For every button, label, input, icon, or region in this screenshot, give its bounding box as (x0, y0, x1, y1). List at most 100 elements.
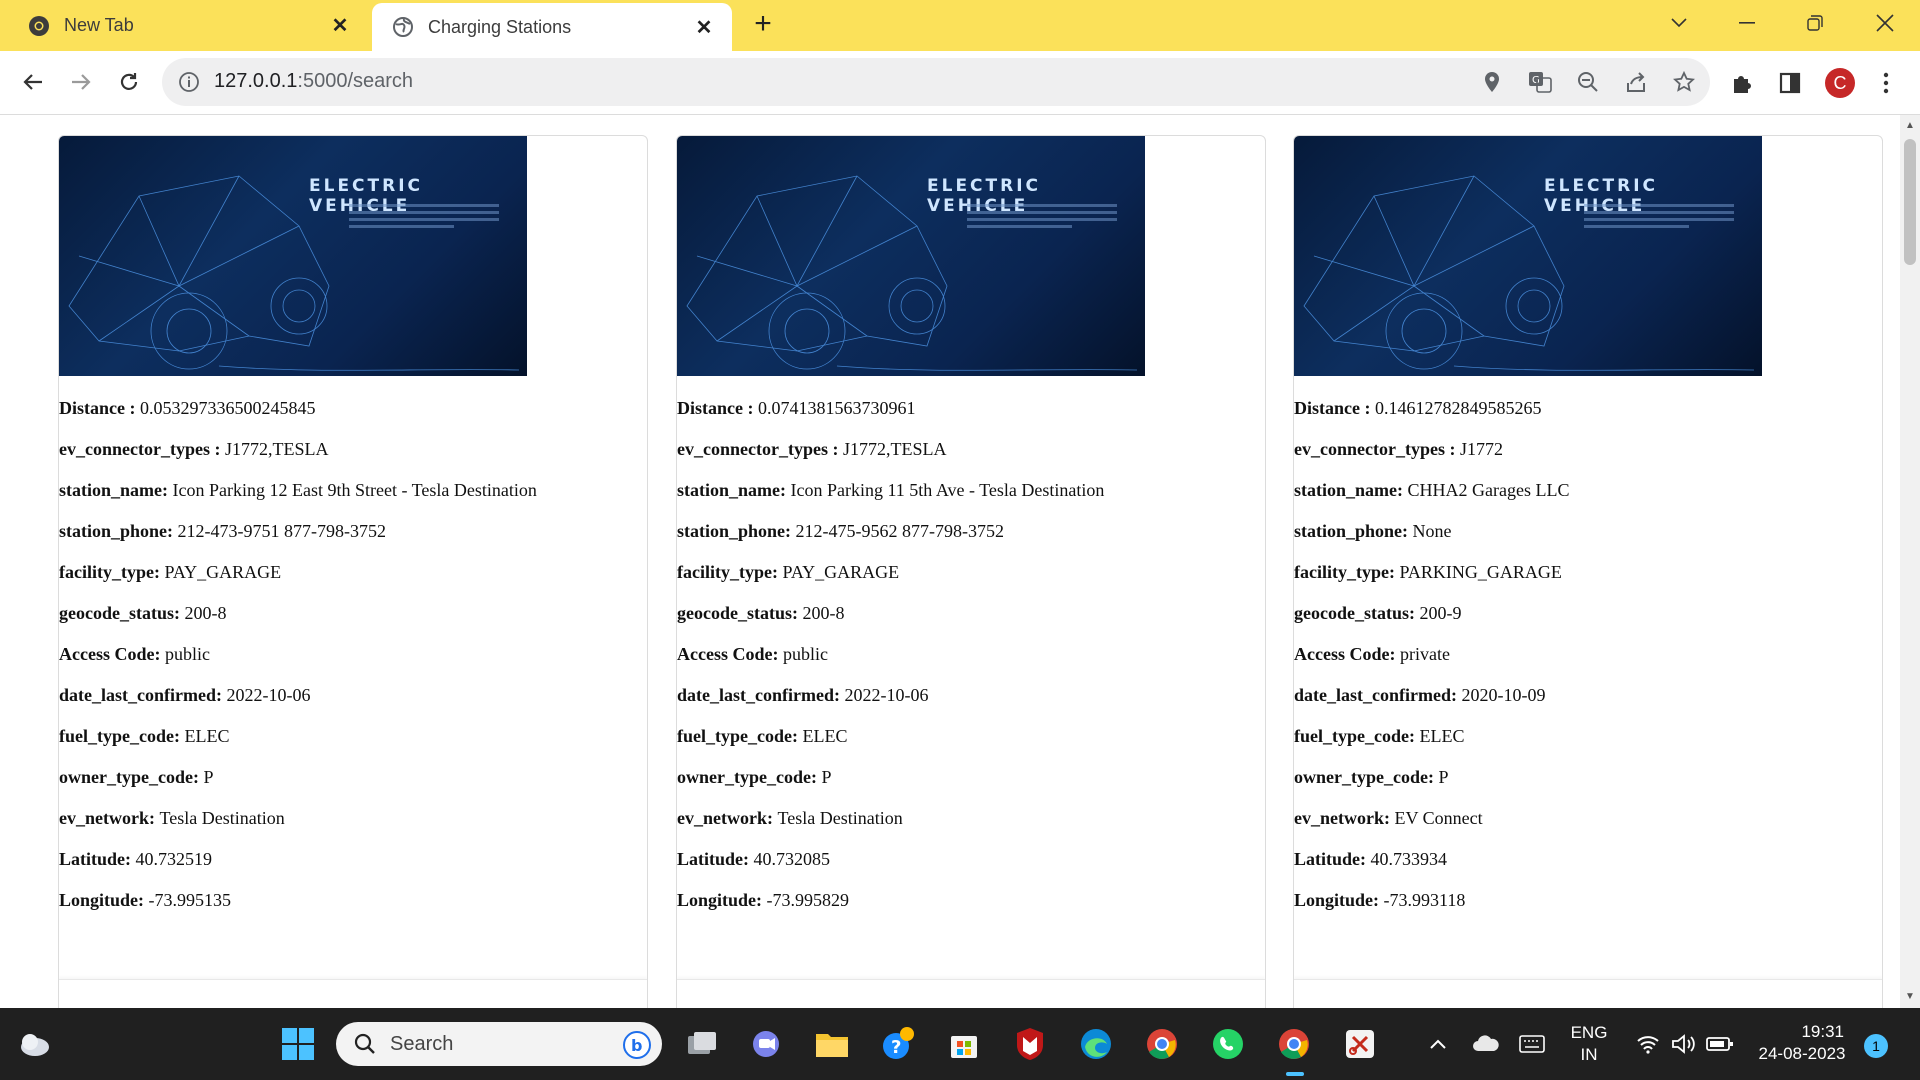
file-explorer-icon[interactable] (810, 1022, 854, 1066)
snipping-tool-icon[interactable] (1338, 1022, 1382, 1066)
latitude-field: Latitude: 40.733934 (1294, 849, 1447, 869)
chrome-icon (28, 15, 50, 37)
vertical-scrollbar[interactable]: ▲ ▼ (1900, 115, 1920, 1008)
longitude-field: Longitude: -73.995829 (677, 890, 850, 910)
station-name-field: station_name: CHHA2 Garages LLC (1294, 480, 1570, 500)
menu-kebab-icon[interactable] (1872, 69, 1900, 97)
card-footer (1294, 979, 1882, 1008)
reload-icon[interactable] (112, 65, 146, 99)
windows-taskbar: Search b ? ENG IN 19:31 24-08-2023 (0, 1008, 1920, 1080)
clock[interactable]: 19:31 24-08-2023 (1748, 1021, 1856, 1065)
ev-banner-image: ELECTRIC VEHICLE (677, 136, 1145, 376)
station-phone-field: station_phone: 212-473-9751 877-798-3752 (59, 521, 387, 541)
bing-icon[interactable]: b (622, 1030, 652, 1065)
station-details: Distance : 0.053297336500245845 ev_conne… (59, 398, 647, 931)
ev-network-field: ev_network: Tesla Destination (677, 808, 903, 828)
back-arrow-icon[interactable] (16, 65, 50, 99)
chevron-down-icon[interactable] (1656, 8, 1702, 38)
facility-type-field: facility_type: PAY_GARAGE (59, 562, 282, 582)
zoom-out-icon[interactable] (1576, 70, 1600, 94)
forward-arrow-icon[interactable] (64, 65, 98, 99)
taskbar-search-input[interactable]: Search b (336, 1022, 662, 1066)
facility-type-field: facility_type: PARKING_GARAGE (1294, 562, 1562, 582)
station-name-field: station_name: Icon Parking 12 East 9th S… (59, 480, 537, 500)
date-last-confirmed-field: date_last_confirmed: 2020-10-09 (1294, 685, 1546, 705)
access-code-field: Access Code: private (1294, 644, 1450, 664)
title-bar: New Tab ✕ Charging Stations ✕ + (0, 0, 1920, 51)
tab-title: Charging Stations (428, 16, 572, 37)
tab-new-tab[interactable]: New Tab ✕ (0, 0, 368, 51)
task-view-icon[interactable] (680, 1022, 724, 1066)
battery-icon[interactable] (1698, 1022, 1742, 1066)
windows-start-icon[interactable] (276, 1022, 320, 1066)
svg-text:b: b (631, 1036, 642, 1055)
microsoft-store-icon[interactable] (942, 1022, 986, 1066)
station-phone-field: station_phone: 212-475-9562 877-798-3752 (677, 521, 1005, 541)
station-card: ELECTRIC VEHICLE Distance : 0.0741381563… (676, 135, 1266, 1008)
close-window-button[interactable] (1862, 8, 1908, 38)
chevron-up-icon[interactable] (1416, 1022, 1460, 1066)
latitude-field: Latitude: 40.732085 (677, 849, 830, 869)
ev-banner-image: ELECTRIC VEHICLE (1294, 136, 1762, 376)
mcafee-icon[interactable] (1008, 1022, 1052, 1066)
scroll-up-arrow-icon[interactable]: ▲ (1905, 121, 1915, 131)
scroll-down-arrow-icon[interactable]: ▼ (1905, 992, 1915, 1002)
minimize-button[interactable] (1724, 8, 1770, 38)
station-name-field: station_name: Icon Parking 11 5th Ave - … (677, 480, 1105, 500)
language-indicator[interactable]: ENG IN (1566, 1022, 1612, 1066)
extensions-icon[interactable] (1728, 69, 1756, 97)
fuel-type-code-field: fuel_type_code: ELEC (59, 726, 230, 746)
onedrive-cloud-icon[interactable] (1464, 1022, 1508, 1066)
svg-text:?: ? (891, 1037, 901, 1058)
geocode-status-field: geocode_status: 200-9 (1294, 603, 1462, 623)
info-icon[interactable] (178, 71, 200, 98)
banner-subtext (349, 200, 499, 232)
search-icon (354, 1033, 376, 1060)
teams-chat-icon[interactable] (744, 1022, 788, 1066)
date-last-confirmed-field: date_last_confirmed: 2022-10-06 (677, 685, 929, 705)
search-placeholder: Search (390, 1033, 454, 1055)
profile-avatar[interactable]: C (1825, 68, 1855, 98)
owner-type-code-field: owner_type_code: P (59, 767, 214, 787)
card-footer (677, 979, 1265, 1008)
geocode-status-field: geocode_status: 200-8 (59, 603, 227, 623)
connector-types-field: ev_connector_types : J1772 (1294, 439, 1503, 459)
address-bar[interactable]: 127.0.0.1:5000/search G (162, 58, 1710, 106)
scroll-thumb[interactable] (1904, 139, 1916, 265)
translate-icon[interactable]: G (1528, 70, 1552, 94)
distance-field: Distance : 0.053297336500245845 (59, 398, 316, 418)
chrome-active-icon[interactable] (1272, 1022, 1316, 1066)
ev-network-field: ev_network: EV Connect (1294, 808, 1483, 828)
longitude-field: Longitude: -73.993118 (1294, 890, 1466, 910)
ev-network-field: ev_network: Tesla Destination (59, 808, 285, 828)
new-tab-button[interactable]: + (748, 9, 778, 40)
svg-text:G: G (1532, 75, 1540, 86)
station-details: Distance : 0.0741381563730961 ev_connect… (677, 398, 1265, 931)
get-help-icon[interactable]: ? (876, 1022, 920, 1066)
side-panel-icon[interactable] (1776, 69, 1804, 97)
whatsapp-icon[interactable] (1206, 1022, 1250, 1066)
location-pin-icon[interactable] (1480, 70, 1504, 94)
station-card: ELECTRIC VEHICLE Distance : 0.1461278284… (1293, 135, 1883, 1008)
edge-icon[interactable] (1074, 1022, 1118, 1066)
restore-button[interactable] (1792, 8, 1838, 38)
connector-types-field: ev_connector_types : J1772,TESLA (677, 439, 947, 459)
chrome-app-icon[interactable] (1140, 1022, 1184, 1066)
access-code-field: Access Code: public (677, 644, 828, 664)
fuel-type-code-field: fuel_type_code: ELEC (1294, 726, 1465, 746)
page-content: ELECTRIC VEHICLE Distance : 0.0532973365… (0, 115, 1900, 1008)
weather-icon[interactable] (12, 1022, 56, 1066)
share-icon[interactable] (1624, 70, 1648, 94)
browser-toolbar: 127.0.0.1:5000/search G (0, 51, 1920, 115)
bookmark-star-icon[interactable] (1672, 70, 1696, 94)
station-phone-field: station_phone: None (1294, 521, 1452, 541)
station-card: ELECTRIC VEHICLE Distance : 0.0532973365… (58, 135, 648, 1008)
globe-icon (392, 16, 414, 38)
longitude-field: Longitude: -73.995135 (59, 890, 232, 910)
date-last-confirmed-field: date_last_confirmed: 2022-10-06 (59, 685, 311, 705)
close-icon[interactable]: ✕ (328, 14, 352, 38)
notification-badge[interactable]: 1 (1864, 1034, 1888, 1058)
close-icon[interactable]: ✕ (692, 15, 716, 39)
keyboard-icon[interactable] (1510, 1022, 1554, 1066)
tab-charging-stations[interactable]: Charging Stations ✕ (372, 3, 732, 51)
